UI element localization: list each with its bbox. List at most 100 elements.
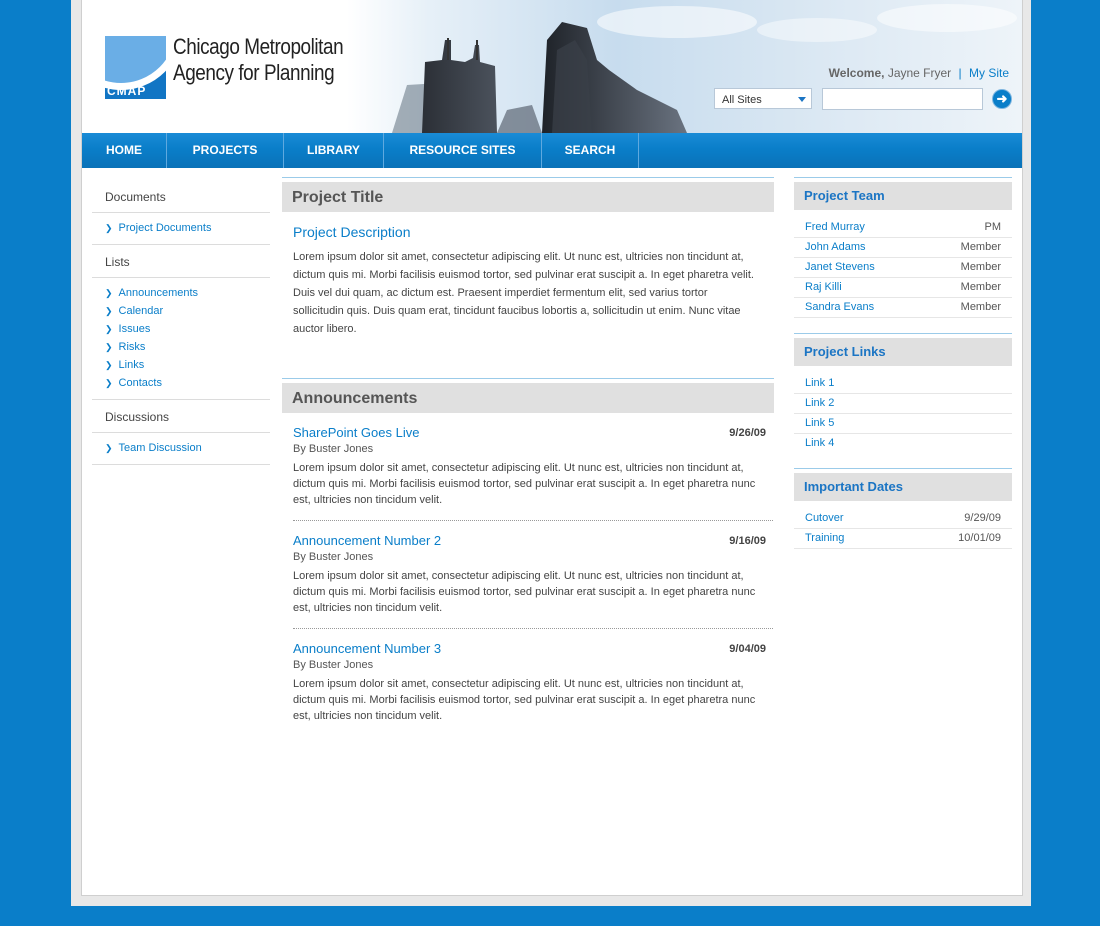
announcement-item: SharePoint Goes Live 9/26/09 By Buster J… bbox=[293, 413, 770, 508]
team-member-role: Member bbox=[960, 281, 1001, 293]
chevron-right-icon: ❯ bbox=[105, 378, 113, 388]
chevron-right-icon: ❯ bbox=[105, 306, 113, 316]
important-dates-box: Important Dates Cutover 9/29/09 Training 1… bbox=[794, 468, 1012, 549]
sidebar-item-contacts[interactable]: ❯ Contacts bbox=[92, 374, 270, 392]
logo-abbr: CMAP bbox=[107, 84, 147, 98]
project-link-row: Link 5 bbox=[794, 414, 1012, 434]
cmap-logo-icon[interactable]: CMAP bbox=[105, 36, 166, 99]
sidebar-item-risks[interactable]: ❯ Risks bbox=[92, 338, 270, 356]
sidebar-heading-documents[interactable]: Documents bbox=[92, 180, 270, 213]
nav-home[interactable]: HOME bbox=[82, 133, 167, 168]
logo-line-2: Agency for Planning bbox=[173, 60, 335, 85]
project-links-box: Project Links Link 1 Link 2 Link 5 Link … bbox=[794, 333, 1012, 453]
announcement-author: By Buster Jones bbox=[293, 659, 374, 671]
header: CMAP Chicago Metropolitan Agency for Pla… bbox=[82, 0, 1022, 133]
team-member-name[interactable]: Raj Killi bbox=[805, 278, 842, 297]
sidebar: Documents ❯ Project Documents Lists ❯ Anno… bbox=[92, 180, 270, 465]
user-name[interactable]: Jayne Fryer bbox=[888, 66, 951, 80]
important-dates-title: Important Dates bbox=[794, 473, 1012, 501]
nav-projects[interactable]: PROJECTS bbox=[167, 133, 284, 168]
nav-resource-sites[interactable]: RESOURCE SITES bbox=[384, 133, 542, 168]
sidebar-heading-lists[interactable]: Lists bbox=[92, 245, 270, 278]
project-link[interactable]: Link 1 bbox=[805, 374, 834, 393]
project-team-list: Fred Murray PM John Adams Member Janet Ste… bbox=[794, 218, 1012, 318]
project-links-list: Link 1 Link 2 Link 5 Link 4 bbox=[794, 374, 1012, 453]
announcements-section: Announcements bbox=[282, 378, 774, 413]
announcement-body: Lorem ipsum dolor sit amet, consectetur … bbox=[293, 462, 756, 506]
project-links-title: Project Links bbox=[794, 338, 1012, 366]
project-link[interactable]: Link 4 bbox=[805, 434, 834, 453]
team-member-row: Janet Stevens Member bbox=[794, 258, 1012, 278]
chevron-right-icon: ❯ bbox=[105, 324, 113, 334]
page: CMAP Chicago Metropolitan Agency for Pla… bbox=[81, 0, 1023, 896]
right-column: Project Team Fred Murray PM John Adams Mem… bbox=[794, 177, 1012, 564]
team-member-row: Raj Killi Member bbox=[794, 278, 1012, 298]
announcement-body: Lorem ipsum dolor sit amet, consectetur … bbox=[293, 570, 756, 614]
search-go-button[interactable]: ➜ bbox=[992, 89, 1012, 109]
logo-line-1: Chicago Metropolitan bbox=[173, 34, 344, 59]
project-link[interactable]: Link 5 bbox=[805, 414, 834, 433]
team-member-name[interactable]: Janet Stevens bbox=[805, 258, 875, 277]
announcement-title[interactable]: Announcement Number 2 bbox=[293, 521, 770, 548]
arrow-right-icon: ➜ bbox=[996, 91, 1008, 106]
main-content: Project Title Project Description Lorem … bbox=[282, 177, 774, 724]
project-description: Lorem ipsum dolor sit amet, consectetur … bbox=[293, 251, 754, 335]
announcement-item: Announcement Number 3 9/04/09 By Buster … bbox=[293, 629, 770, 724]
project-link-row: Link 4 bbox=[794, 434, 1012, 453]
sidebar-item-issues[interactable]: ❯ Issues bbox=[92, 320, 270, 338]
project-team-box: Project Team Fred Murray PM John Adams Mem… bbox=[794, 177, 1012, 318]
chevron-down-icon bbox=[798, 97, 806, 102]
sidebar-lists-list: ❯ Announcements ❯ Calendar ❯ Issues ❯ Risks … bbox=[92, 278, 270, 400]
announcement-item: Announcement Number 2 9/16/09 By Buster … bbox=[293, 521, 770, 616]
search-input[interactable] bbox=[822, 88, 983, 110]
logo-wordmark[interactable]: Chicago Metropolitan Agency for Planning bbox=[173, 34, 448, 86]
announcement-date: 9/04/09 bbox=[729, 643, 766, 655]
date-row: Cutover 9/29/09 bbox=[794, 509, 1012, 529]
team-member-role: Member bbox=[960, 241, 1001, 253]
separator: | bbox=[958, 66, 962, 80]
team-member-name[interactable]: Fred Murray bbox=[805, 218, 865, 237]
scope-select-value: All Sites bbox=[722, 94, 762, 106]
announcement-author: By Buster Jones bbox=[293, 551, 374, 563]
chevron-right-icon: ❯ bbox=[105, 288, 113, 298]
date-name[interactable]: Cutover bbox=[805, 509, 844, 528]
announcement-title[interactable]: SharePoint Goes Live bbox=[293, 413, 770, 440]
project-title: Project Title bbox=[282, 182, 774, 212]
nav-library[interactable]: LIBRARY bbox=[284, 133, 384, 168]
announcement-author: By Buster Jones bbox=[293, 443, 374, 455]
team-member-role: PM bbox=[984, 221, 1002, 233]
sidebar-heading-discussions[interactable]: Discussions bbox=[92, 400, 270, 433]
announcement-body: Lorem ipsum dolor sit amet, consectetur … bbox=[293, 678, 756, 722]
team-member-row: John Adams Member bbox=[794, 238, 1012, 258]
sidebar-documents-list: ❯ Project Documents bbox=[92, 213, 270, 245]
project-link[interactable]: Link 2 bbox=[805, 394, 834, 413]
project-description-title[interactable]: Project Description bbox=[293, 224, 774, 240]
team-member-name[interactable]: John Adams bbox=[805, 238, 866, 257]
my-site-link[interactable]: My Site bbox=[969, 66, 1009, 80]
date-name[interactable]: Training bbox=[805, 529, 844, 548]
chevron-right-icon: ❯ bbox=[105, 360, 113, 370]
sidebar-item-project-documents[interactable]: ❯ Project Documents bbox=[92, 219, 270, 237]
sidebar-discussions-list: ❯ Team Discussion bbox=[92, 433, 270, 465]
chevron-right-icon: ❯ bbox=[105, 342, 113, 352]
announcement-date: 9/26/09 bbox=[729, 427, 766, 439]
project-link-row: Link 1 bbox=[794, 374, 1012, 394]
announcements-title: Announcements bbox=[282, 383, 774, 413]
top-nav: HOME PROJECTS LIBRARY RESOURCE SITES SEA… bbox=[82, 133, 1022, 168]
welcome-label: Welcome, bbox=[828, 66, 885, 80]
nav-search[interactable]: SEARCH bbox=[542, 133, 639, 168]
sidebar-item-links[interactable]: ❯ Links bbox=[92, 356, 270, 374]
announcement-date: 9/16/09 bbox=[729, 535, 766, 547]
sidebar-item-calendar[interactable]: ❯ Calendar bbox=[92, 302, 270, 320]
sidebar-item-team-discussion[interactable]: ❯ Team Discussion bbox=[92, 439, 270, 457]
announcement-title[interactable]: Announcement Number 3 bbox=[293, 629, 770, 656]
team-member-row: Sandra Evans Member bbox=[794, 298, 1012, 318]
chevron-right-icon: ❯ bbox=[105, 443, 113, 453]
scope-select[interactable]: All Sites bbox=[714, 88, 812, 109]
date-row: Training 10/01/09 bbox=[794, 529, 1012, 549]
sidebar-item-announcements[interactable]: ❯ Announcements bbox=[92, 284, 270, 302]
project-link-row: Link 2 bbox=[794, 394, 1012, 414]
team-member-name[interactable]: Sandra Evans bbox=[805, 298, 874, 317]
project-title-section: Project Title bbox=[282, 177, 774, 212]
date-value: 9/29/09 bbox=[964, 512, 1001, 524]
